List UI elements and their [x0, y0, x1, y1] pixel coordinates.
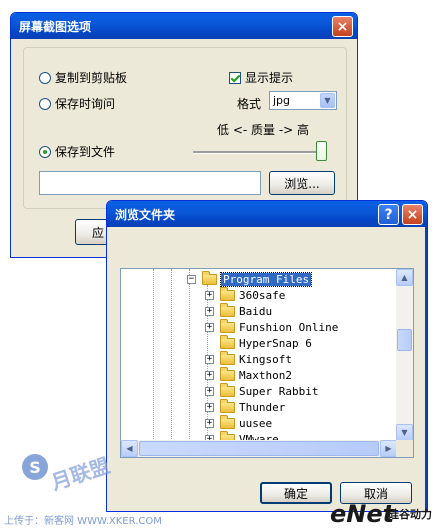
help-icon[interactable]: ?	[378, 204, 399, 225]
folder-icon	[220, 302, 235, 317]
chevron-down-icon[interactable]: ▼	[320, 93, 335, 108]
save-time-query-option[interactable]: 保存时询问	[39, 95, 115, 112]
apply-button-label: 应	[91, 225, 104, 240]
watermark-enet-logo: eNet	[330, 500, 395, 528]
tree-item-label: Kingsoft	[239, 352, 292, 366]
quality-slider-track[interactable]	[193, 151, 327, 154]
ok-button[interactable]: 确定	[260, 482, 332, 504]
format-label: 格式	[237, 97, 262, 111]
folder-icon	[220, 414, 235, 429]
collapse-icon[interactable]: −	[187, 274, 196, 284]
tree-item[interactable]: + Funshion Online	[205, 318, 339, 335]
tree-item[interactable]: + Super Rabbit	[205, 382, 319, 399]
browse-button-label: 浏览...	[284, 176, 320, 191]
show-hint-checkbox[interactable]	[229, 71, 241, 84]
vertical-scroll-thumb[interactable]	[397, 329, 412, 351]
scrollbar-corner	[396, 440, 413, 457]
folder-icon	[220, 334, 235, 349]
folder-icon	[220, 350, 235, 365]
capture-dialog-title: 屏幕截图选项	[19, 19, 92, 34]
tree-guide-line	[171, 269, 172, 457]
folder-icon	[202, 270, 217, 285]
tree-item-label: Maxthon2	[239, 368, 292, 382]
folder-icon	[220, 398, 235, 413]
save-time-query-label: 保存时询问	[55, 97, 116, 111]
close-icon[interactable]: ×	[402, 204, 423, 225]
folder-tree[interactable]: − Program Files +360safe + Baidu + Funshion On…	[120, 268, 414, 458]
show-hint-label: 显示提示	[245, 71, 294, 85]
scroll-down-button[interactable]: ▼	[396, 424, 413, 441]
tree-item[interactable]: + Baidu	[205, 302, 273, 319]
folder-icon	[220, 286, 235, 301]
tree-item-label: Thunder	[239, 400, 286, 414]
watermark-enet-suffix: 硅谷动力	[388, 508, 432, 521]
tree-item-label: HyperSnap 6	[239, 336, 312, 350]
horizontal-scroll-thumb[interactable]	[139, 441, 379, 456]
browse-button[interactable]: 浏览...	[269, 171, 335, 195]
tree-item-label: Super Rabbit	[239, 384, 319, 398]
tree-item[interactable]: + Kingsoft	[205, 350, 292, 367]
browse-dialog-title: 浏览文件夹	[115, 207, 176, 222]
save-to-file-option[interactable]: 保存到文件	[39, 143, 115, 160]
tree-item-label: Baidu	[239, 304, 273, 318]
scroll-left-button[interactable]: ◀	[121, 440, 138, 457]
cancel-button-label: 取消	[363, 486, 388, 501]
tree-item-label: Funshion Online	[239, 320, 339, 334]
watermark-upload-text: 上传于：新客网 WWW.XKER.COM	[4, 516, 162, 527]
tree-item-label: Program Files	[219, 271, 313, 287]
tree-item[interactable]: + Maxthon2	[205, 366, 292, 383]
folder-icon	[220, 382, 235, 397]
watermark-logo-circle: S	[22, 454, 48, 480]
expand-icon[interactable]: +	[205, 322, 214, 332]
expand-icon[interactable]: +	[205, 418, 214, 428]
scroll-right-button[interactable]: ▶	[380, 440, 397, 457]
tree-item[interactable]: HyperSnap 6	[205, 334, 312, 351]
copy-to-clipboard-option[interactable]: 复制到剪贴板	[39, 69, 127, 86]
copy-to-clipboard-radio[interactable]	[39, 71, 51, 84]
tree-item-label: uusee	[239, 416, 273, 430]
file-path-input[interactable]	[39, 171, 261, 195]
expand-icon[interactable]: +	[205, 354, 214, 364]
show-hint-option[interactable]: 显示提示	[229, 69, 293, 86]
tree-item-label: 360safe	[239, 288, 286, 302]
scroll-up-button[interactable]: ▲	[396, 269, 413, 286]
format-select[interactable]: jpg ▼	[269, 91, 337, 110]
copy-to-clipboard-label: 复制到剪贴板	[55, 71, 128, 85]
save-to-file-label: 保存到文件	[55, 145, 116, 159]
dialog-shadow-edge	[425, 227, 427, 511]
vertical-scrollbar[interactable]: ▲ ▼	[396, 269, 413, 457]
save-time-query-radio[interactable]	[39, 97, 51, 110]
expand-icon[interactable]: +	[205, 306, 214, 316]
watermark-logo-text: 月联盟	[48, 453, 113, 495]
expand-icon[interactable]: +	[205, 370, 214, 380]
tree-guide-line	[153, 269, 154, 457]
tree-guide-line	[189, 269, 190, 457]
quality-slider-thumb[interactable]	[316, 141, 327, 161]
ok-button-label: 确定	[283, 486, 308, 501]
quality-label: 低 <- 质量 -> 高	[217, 123, 310, 137]
format-value: jpg	[273, 94, 291, 107]
expand-icon[interactable]: +	[205, 402, 214, 412]
horizontal-scrollbar[interactable]: ◀ ▶	[121, 440, 397, 457]
expand-icon[interactable]: +	[205, 386, 214, 396]
tree-item[interactable]: +360safe	[205, 286, 286, 303]
tree-item[interactable]: + Thunder	[205, 398, 286, 415]
close-icon[interactable]: ×	[332, 16, 353, 37]
tree-item[interactable]: − Program Files	[187, 270, 313, 287]
expand-icon[interactable]: +	[205, 290, 214, 300]
capture-dialog-titlebar[interactable]: 屏幕截图选项	[11, 13, 357, 39]
folder-icon	[220, 318, 235, 333]
tree-item[interactable]: + uusee	[205, 414, 273, 431]
save-to-file-radio[interactable]	[39, 145, 51, 158]
folder-icon	[220, 366, 235, 381]
